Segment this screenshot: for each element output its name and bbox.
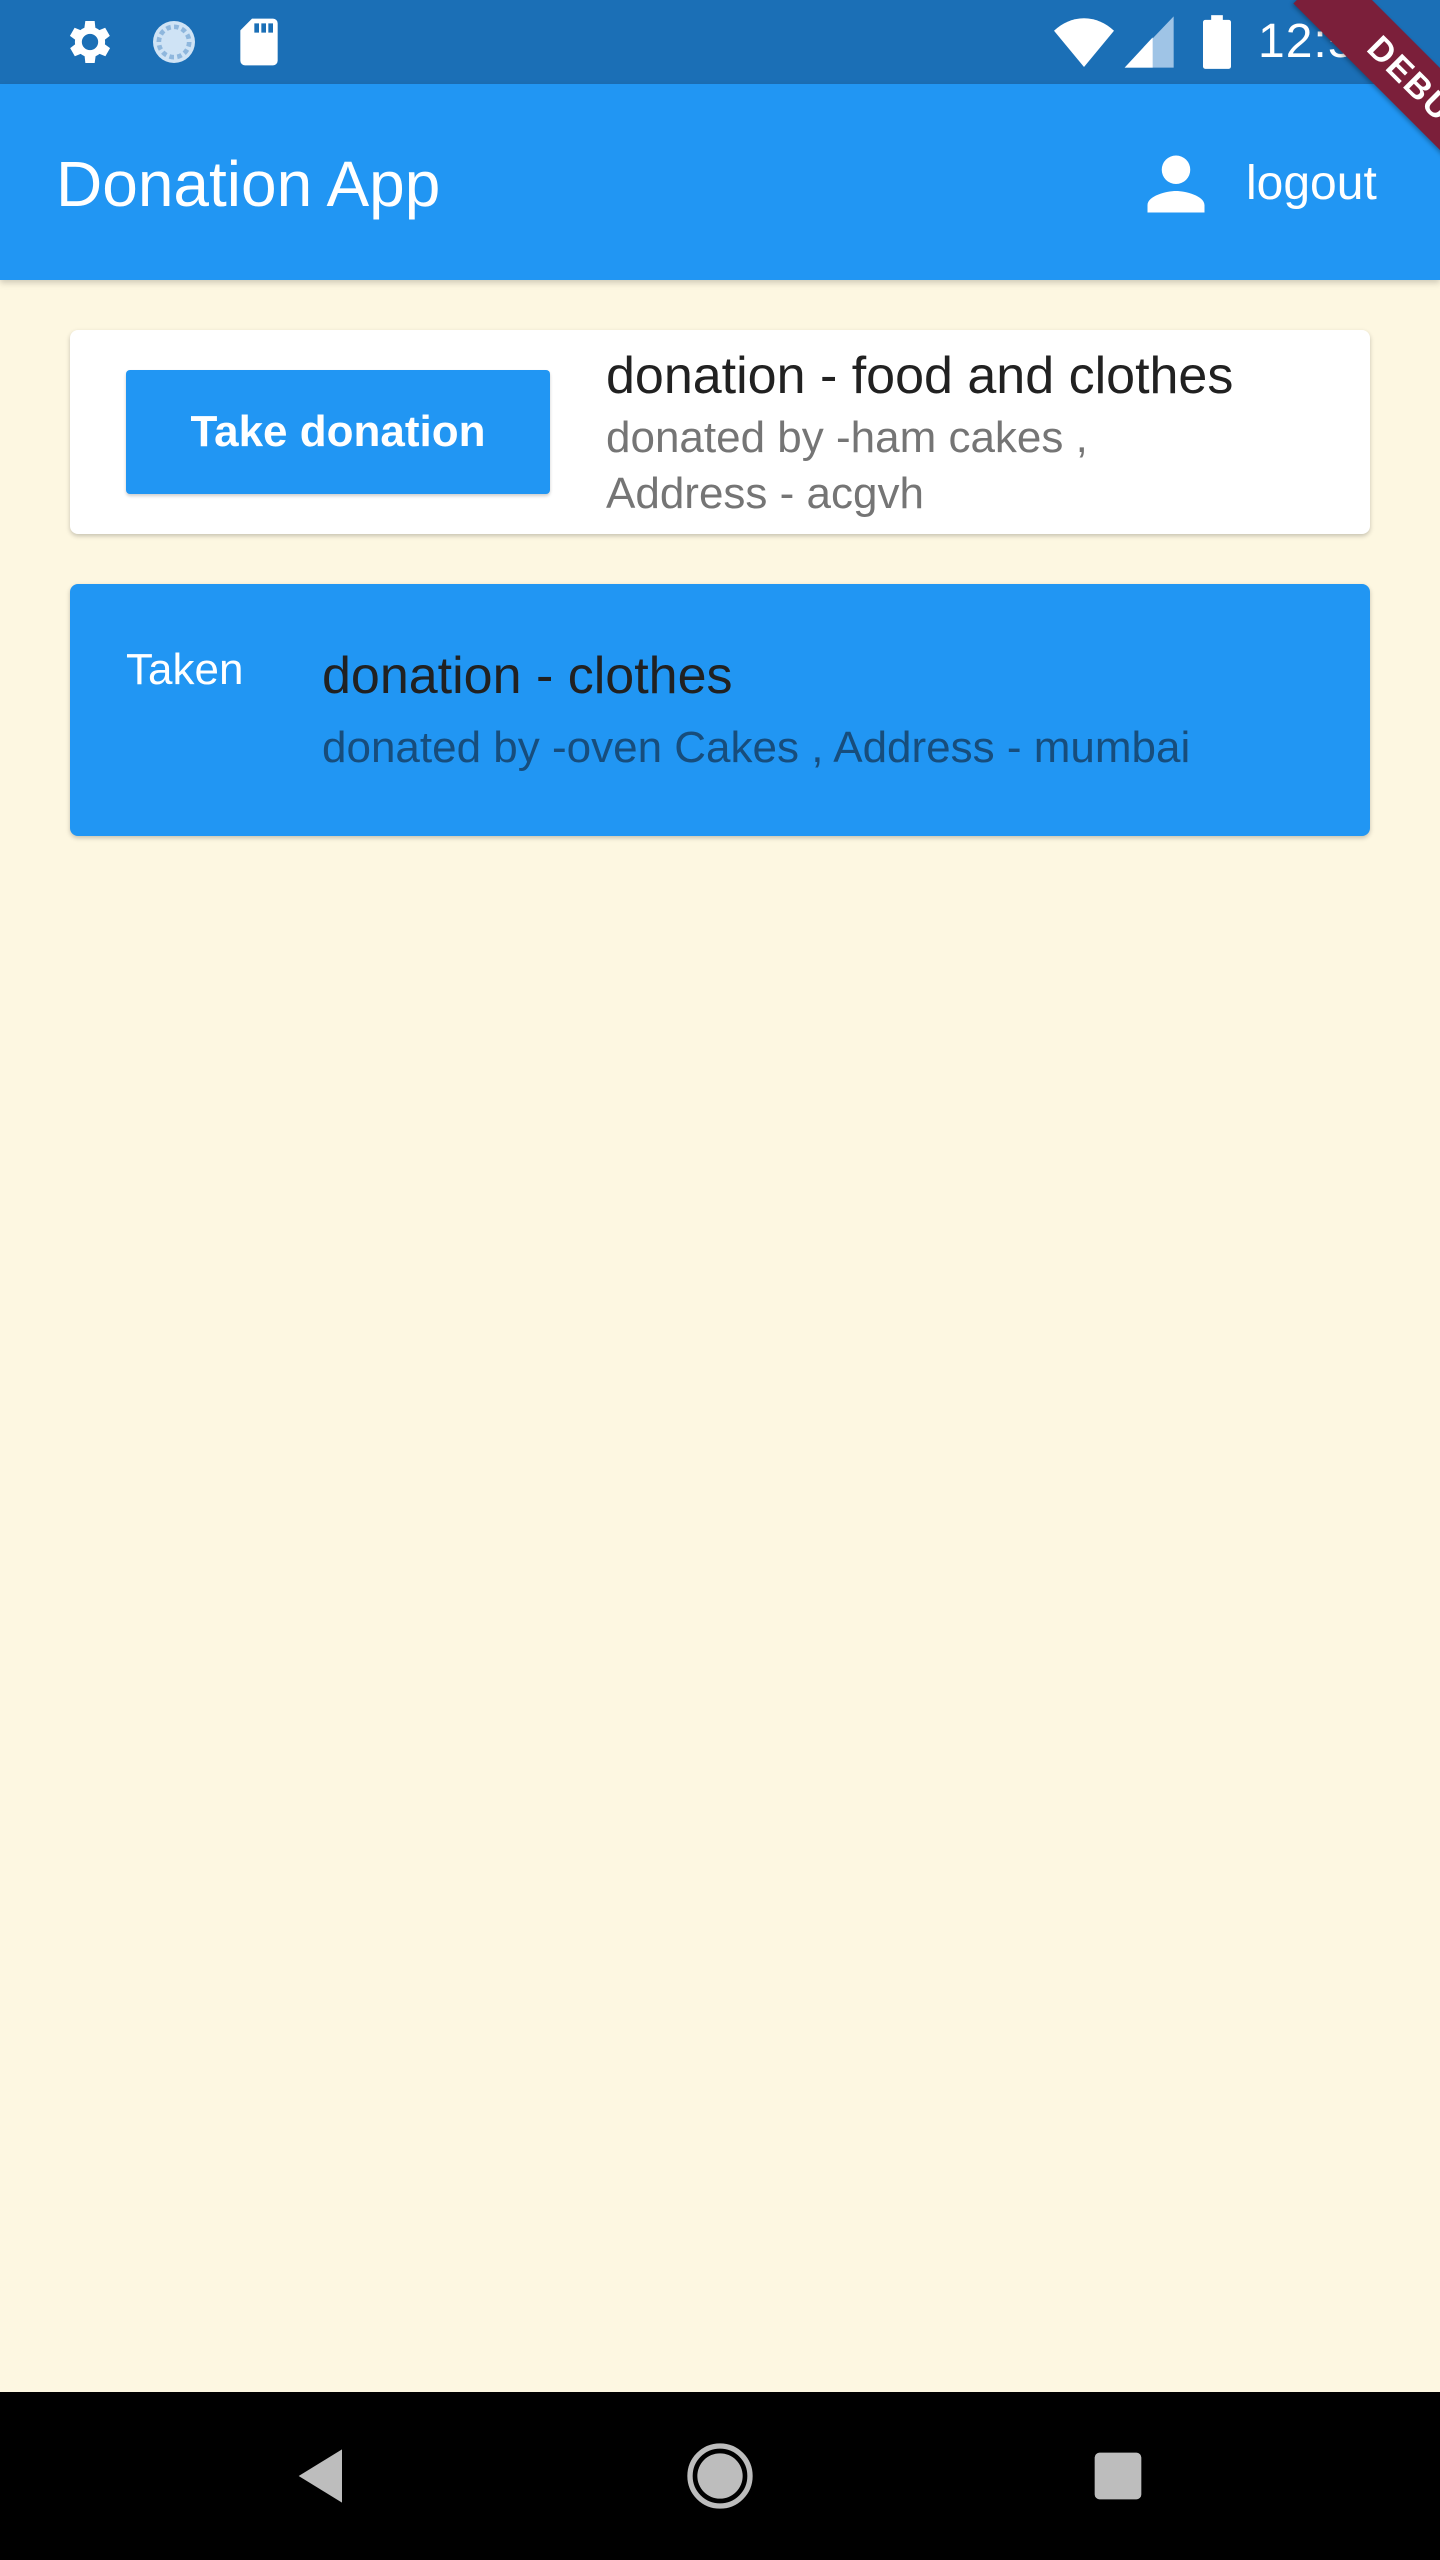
wifi-icon <box>1054 14 1114 70</box>
signal-icon <box>1122 14 1174 70</box>
person-icon <box>1138 146 1214 222</box>
sd-card-icon <box>234 14 284 70</box>
take-donation-button[interactable]: Take donation <box>126 370 550 494</box>
donation-title: donation - food and clothes <box>606 347 1234 405</box>
sync-icon <box>146 14 202 70</box>
recents-icon[interactable] <box>1078 2436 1158 2516</box>
navigation-bar <box>0 2392 1440 2560</box>
app-bar: Donation App logout <box>0 84 1440 280</box>
donation-card-taken: Taken donation - clothes donated by -ove… <box>70 584 1370 836</box>
gear-icon <box>60 14 120 70</box>
back-icon[interactable] <box>282 2436 362 2516</box>
donation-subtitle: donated by -ham cakes , Address - acgvh <box>606 413 1088 518</box>
taken-status-label: Taken <box>126 645 244 694</box>
donation-subtitle: donated by -oven Cakes , Address - mumba… <box>322 723 1191 772</box>
logout-button[interactable]: logout <box>1132 136 1404 232</box>
donation-title: donation - clothes <box>322 647 733 705</box>
logout-label: logout <box>1246 157 1377 210</box>
donation-card: Take donation donation - food and clothe… <box>70 330 1370 534</box>
app-title: Donation App <box>56 148 441 220</box>
status-bar: 12:56 <box>0 0 1440 84</box>
home-icon[interactable] <box>680 2436 760 2516</box>
battery-icon <box>1200 14 1234 70</box>
